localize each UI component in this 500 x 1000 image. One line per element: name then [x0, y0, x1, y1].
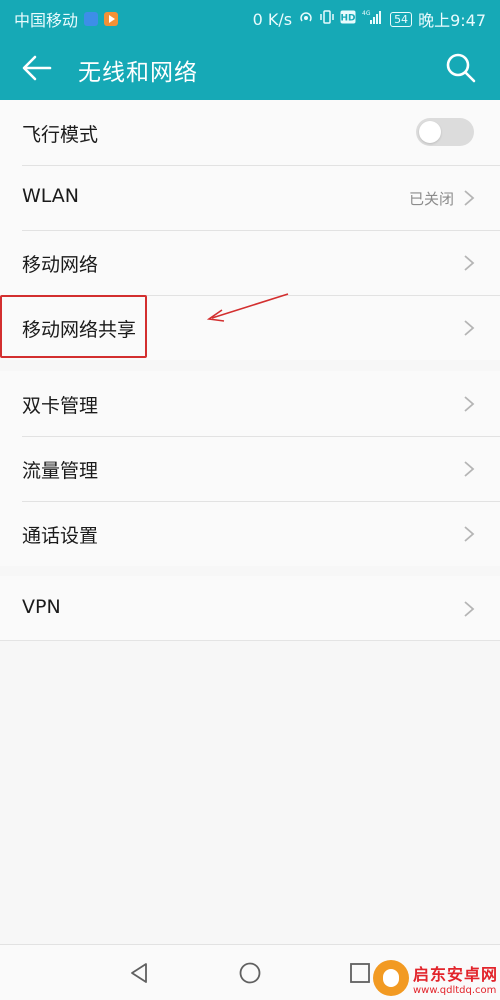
back-arrow-icon: [22, 55, 52, 81]
svg-text:HD: HD: [341, 13, 356, 23]
mobile-network-sharing-row[interactable]: 移动网络共享: [0, 295, 500, 360]
chevron-right-icon: [464, 526, 475, 542]
hd-icon: HD: [340, 10, 356, 29]
airplane-mode-row[interactable]: 飞行模式: [0, 100, 500, 165]
chevron-right-icon: [464, 461, 475, 477]
chevron-right-icon: [464, 601, 475, 617]
toggle-knob: [419, 121, 441, 143]
watermark: 启东安卓网 www.qdltdq.com: [372, 957, 498, 999]
chevron-right-icon: [464, 190, 475, 206]
page-title: 无线和网络: [78, 60, 198, 86]
status-right: 0 K/s HD 4G 54 晚上9:47: [253, 7, 486, 31]
row-label: 双卡管理: [22, 395, 99, 417]
signal-icon: 4G: [362, 9, 384, 30]
chevron-right-icon: [464, 396, 475, 412]
mobile-network-row[interactable]: 移动网络: [0, 230, 500, 295]
settings-group-vpn: VPN: [0, 576, 500, 641]
wlan-status: 已关闭: [408, 190, 454, 208]
search-icon: [446, 53, 476, 83]
carrier-label: 中国移动: [14, 11, 79, 30]
svg-text:4G: 4G: [362, 10, 371, 17]
row-label: 移动网络: [22, 254, 99, 276]
watermark-url: www.qdltdq.com: [412, 984, 497, 996]
back-button[interactable]: [20, 51, 56, 85]
search-button[interactable]: [444, 51, 478, 85]
status-bar: 中国移动 0 K/s HD 4G 54 晚上9:47: [0, 0, 500, 34]
square-recent-icon[interactable]: [346, 959, 374, 987]
vibrate-icon: [320, 9, 334, 30]
triangle-back-icon[interactable]: [126, 959, 154, 987]
row-label: VPN: [22, 596, 61, 618]
settings-group-sim: 双卡管理 流量管理 通话设置: [0, 371, 500, 566]
list-divider: [0, 640, 500, 641]
airplane-mode-toggle[interactable]: [416, 118, 474, 146]
settings-group-network: 飞行模式 WLAN 已关闭 移动网络 移动网络共享: [0, 100, 500, 360]
row-label: 移动网络共享: [22, 319, 137, 341]
app-bar: 无线和网络: [0, 34, 500, 100]
row-label: 通话设置: [22, 525, 99, 547]
video-app-icon: [104, 12, 119, 26]
watermark-title: 启东安卓网: [412, 964, 498, 984]
wlan-row[interactable]: WLAN 已关闭: [0, 165, 500, 230]
watermark-logo-icon: [372, 960, 409, 996]
status-left: 中国移动: [14, 7, 119, 31]
circle-home-icon[interactable]: [236, 959, 264, 987]
vpn-row[interactable]: VPN: [0, 576, 500, 641]
chevron-right-icon: [464, 255, 475, 271]
row-label: WLAN: [22, 185, 80, 207]
battery-level: 54: [390, 11, 413, 27]
dual-sim-row[interactable]: 双卡管理: [0, 371, 500, 436]
hotspot-icon: [298, 9, 314, 30]
row-label: 飞行模式: [22, 124, 99, 146]
row-label: 流量管理: [22, 460, 99, 482]
call-settings-row[interactable]: 通话设置: [0, 501, 500, 566]
clock: 晚上9:47: [418, 11, 486, 30]
notification-app-icon: [84, 12, 99, 26]
watermark-text: 启东安卓网 www.qdltdq.com: [413, 961, 498, 996]
network-speed: 0 K/s: [252, 9, 293, 29]
chevron-right-icon: [464, 320, 475, 336]
data-usage-row[interactable]: 流量管理: [0, 436, 500, 501]
